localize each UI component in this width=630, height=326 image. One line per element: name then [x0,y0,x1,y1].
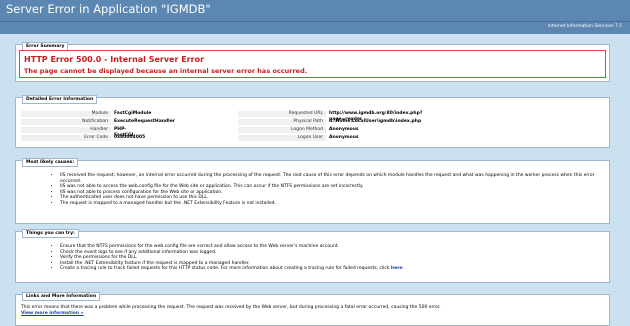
detail-key: Error Code [21,135,111,141]
page-header: Server Error in Application "IGMDB" [0,0,630,22]
server-label: Internet Information Services 7.5 [547,24,622,29]
detail-value: 0x80004005 [114,135,146,140]
list-item-suffix: . [402,266,404,272]
detail-value: FastCgiModule [114,111,152,116]
links-text: This error means that there was a proble… [21,305,441,310]
error-title: HTTP Error 500.0 - Internal Server Error [24,55,205,64]
page-title: Server Error in Application "IGMDB" [6,2,211,16]
detail-key: Handler [21,127,111,133]
things-you-can-try-panel: Things you can try: Ensure that the NTFS… [15,229,610,283]
error-summary-panel: Error Summary HTTP Error 500.0 - Interna… [15,42,610,82]
list-item: Create a tracing rule to track failed re… [60,266,600,272]
view-more-link[interactable]: View more information » [21,311,84,316]
detail-value: http://www.igmdb.org:80/index.php?page=r… [329,111,423,122]
links-paragraph: This error means that there was a proble… [21,305,604,316]
list-item: The request is mapped to a managed handl… [60,201,600,207]
detail-key: Notification [21,119,111,125]
detail-key: Module [21,111,111,117]
detail-key: Physical Path [238,119,326,125]
detailed-error-legend: Detailed Error Information [22,95,98,104]
detail-key: Requested URL [238,111,326,117]
detailed-error-panel: Detailed Error Information Module FastCg… [15,95,610,148]
most-likely-causes-panel: Most likely causes: IIS received the req… [15,158,610,224]
links-legend: Links and More Information [22,292,101,301]
detail-value: ExecuteRequestHandler [114,119,175,124]
causes-legend: Most likely causes: [22,158,79,167]
detail-value: d:\Home\LocalUser\igmdb\index.php [329,119,422,124]
detail-value: Anonymous [329,127,359,132]
list-item-text: Create a tracing rule to track failed re… [60,266,391,272]
todo-list: Ensure that the NTFS permissions for the… [54,244,600,272]
todo-legend: Things you can try: [22,229,79,238]
detail-key: Logon Method [238,127,326,133]
error-summary-box: HTTP Error 500.0 - Internal Server Error… [19,50,606,78]
detail-key: Logon User [238,135,326,141]
server-bar: Internet Information Services 7.5 [0,22,630,34]
links-more-info-panel: Links and More Information This error me… [15,292,610,326]
causes-list: IIS received the request; however, an in… [54,173,600,207]
detail-value: PHP-FastCGI [114,127,134,138]
error-message: The page cannot be displayed because an … [24,67,308,75]
detail-value: Anonymous [329,135,359,140]
list-item: IIS received the request; however, an in… [60,173,600,184]
tracing-rule-link[interactable]: here [391,266,403,271]
